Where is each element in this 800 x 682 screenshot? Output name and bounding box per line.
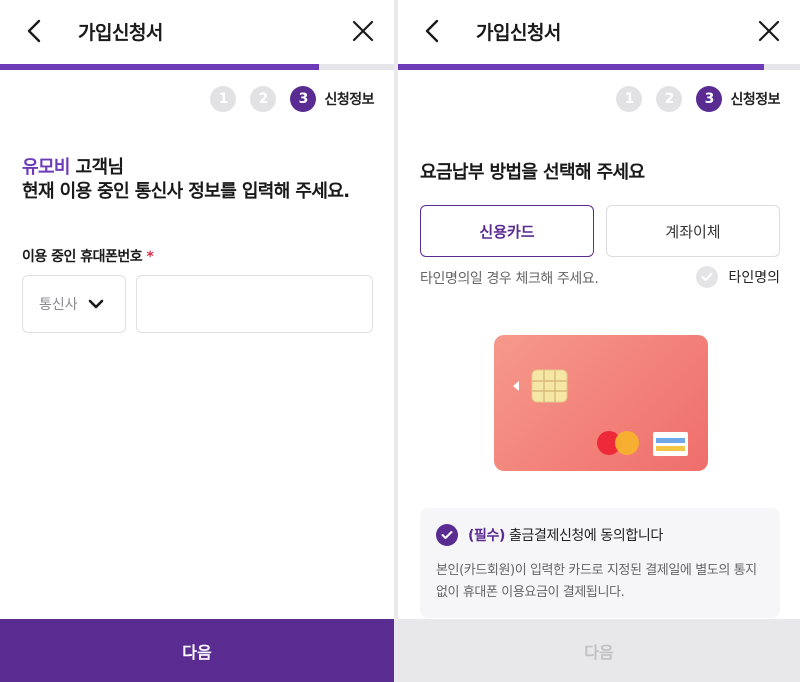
card-chip-icon <box>531 369 568 403</box>
other-name-label: 타인명의 <box>728 270 780 286</box>
progress-bar <box>0 64 394 70</box>
carrier-placeholder: 통신사 <box>39 297 78 313</box>
current-step-label: 신청정보 <box>324 92 374 108</box>
card-arrow-icon <box>513 381 519 391</box>
section-title: 요금납부 방법을 선택해 주세요 <box>420 162 645 183</box>
back-arrow-icon[interactable] <box>420 18 446 44</box>
step-3-current: 3 <box>696 86 723 112</box>
progress-bar <box>398 64 800 70</box>
greeting: 유모비 고객님 현재 이용 중인 통신사 정보를 입력해 주세요. <box>22 156 350 204</box>
tab-bank-transfer[interactable]: 계좌이체 <box>606 205 780 257</box>
header: 가입신청서 <box>398 0 800 62</box>
phone-number-input[interactable] <box>136 275 373 333</box>
progress-fill <box>0 64 320 70</box>
chevron-down-icon <box>88 299 103 309</box>
signup-screen-step3-carrier: 가입신청서 1 2 3 신청정보 유모비 고객님 현재 이용 중인 통신사 정보… <box>0 0 394 682</box>
required-tag: (필수) <box>468 528 505 544</box>
agreement-checkbox[interactable]: (필수) 출금결제신청에 동의합니다 <box>436 524 663 546</box>
tab-credit-card[interactable]: 신용카드 <box>420 205 594 257</box>
card-graphic <box>513 369 688 456</box>
credit-card-illustration <box>494 335 708 471</box>
signup-screen-step3-payment: 가입신청서 1 2 3 신청정보 요금납부 방법을 선택해 주세요 신용카드 계… <box>398 0 800 682</box>
payment-method-tabs: 신용카드 계좌이체 <box>420 205 780 257</box>
step-2: 2 <box>250 86 277 112</box>
other-name-checkbox[interactable]: 타인명의 <box>696 266 780 288</box>
step-1: 1 <box>210 86 237 112</box>
step-indicator: 1 2 3 신청정보 <box>210 86 374 112</box>
card-brand-icon <box>597 431 639 455</box>
customer-name: 유모비 <box>22 157 70 178</box>
step-indicator: 1 2 3 신청정보 <box>616 86 780 112</box>
step-1: 1 <box>616 86 643 112</box>
back-arrow-icon[interactable] <box>22 18 48 44</box>
phone-label-text: 이용 중인 휴대폰번호 <box>22 249 143 265</box>
customer-suffix: 고객님 <box>69 157 124 178</box>
check-icon <box>696 266 719 288</box>
page-title: 가입신청서 <box>476 22 561 44</box>
agreement-description: 본인(카드회원)이 입력한 카드로 지정된 결제일에 별도의 통지 없이 휴대폰… <box>436 563 757 600</box>
step-3-current: 3 <box>290 86 317 112</box>
close-icon[interactable] <box>758 20 780 42</box>
agreement-text: 출금결제신청에 동의합니다 <box>504 528 663 544</box>
carrier-select[interactable]: 통신사 <box>22 275 126 333</box>
card-stripe-icon <box>653 432 688 456</box>
page-title: 가입신청서 <box>78 22 163 44</box>
check-icon <box>436 524 458 546</box>
header: 가입신청서 <box>0 0 394 62</box>
next-button-disabled[interactable]: 다음 <box>398 619 800 682</box>
greeting-instruction: 현재 이용 중인 통신사 정보를 입력해 주세요. <box>22 181 350 202</box>
progress-fill <box>398 64 764 70</box>
next-button[interactable]: 다음 <box>0 619 394 682</box>
phone-field-label: 이용 중인 휴대폰번호 * <box>22 246 154 266</box>
agreement-label: (필수) 출금결제신청에 동의합니다 <box>468 525 663 545</box>
required-mark: * <box>146 249 154 265</box>
current-step-label: 신청정보 <box>730 92 780 108</box>
step-2: 2 <box>656 86 683 112</box>
withdrawal-agreement: (필수) 출금결제신청에 동의합니다 본인(카드회원)이 입력한 카드로 지정된… <box>420 508 780 618</box>
close-icon[interactable] <box>352 20 374 42</box>
other-name-hint: 타인명의일 경우 체크해 주세요. <box>420 271 599 287</box>
